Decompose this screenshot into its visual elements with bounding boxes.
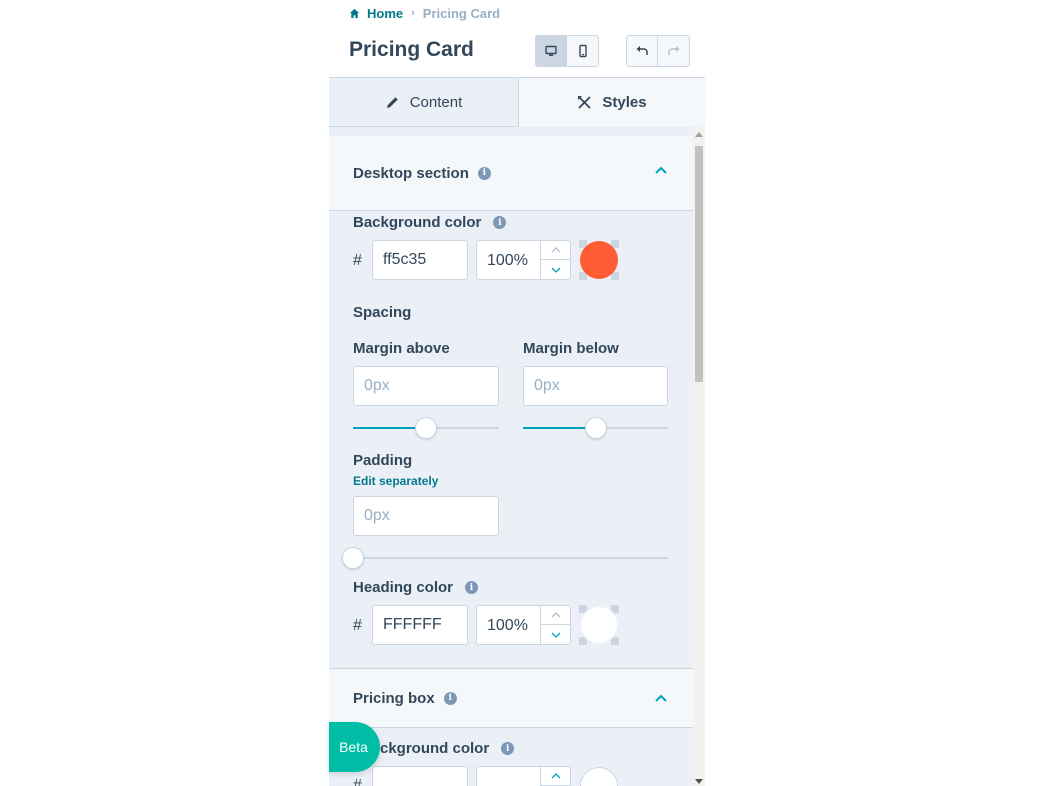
- stepper-arrows: [540, 241, 570, 279]
- pricing-box-color-hex-input[interactable]: [372, 766, 468, 786]
- desktop-icon: [545, 45, 557, 56]
- history-controls: [626, 35, 690, 67]
- scroll-up-arrow[interactable]: [695, 132, 703, 137]
- chevron-up-icon: [551, 773, 560, 779]
- panel-tabs: Content Styles: [329, 78, 705, 127]
- edit-separately-link[interactable]: Edit separately: [353, 474, 438, 488]
- margin-above-slider[interactable]: [353, 417, 499, 439]
- background-color-hex-input[interactable]: ff5c35: [372, 240, 468, 280]
- info-icon[interactable]: i: [443, 691, 457, 705]
- heading-color-hex-input[interactable]: FFFFFF: [372, 605, 468, 645]
- decrement-button[interactable]: [541, 260, 570, 279]
- hash-prefix: #: [353, 617, 362, 634]
- background-color-label-text: Background color: [353, 214, 482, 231]
- home-icon: [349, 8, 360, 18]
- beta-badge-button[interactable]: Beta: [329, 722, 380, 772]
- breadcrumb: Home › Pricing Card: [349, 5, 500, 21]
- background-color-label: Background color i: [353, 214, 507, 231]
- pricing-box-section-title: Pricing box: [353, 689, 435, 707]
- background-opacity-value: 100%: [487, 252, 528, 269]
- tab-content[interactable]: Content: [329, 78, 519, 127]
- breadcrumb-home-link[interactable]: Home: [349, 6, 403, 21]
- chevron-down-icon: [551, 267, 560, 273]
- decrement-button[interactable]: [541, 625, 570, 644]
- padding-slider[interactable]: [342, 547, 668, 569]
- increment-button[interactable]: [541, 241, 570, 260]
- pencil-icon: [386, 96, 398, 108]
- margin-below-slider[interactable]: [523, 417, 668, 439]
- chevron-up-icon: [655, 694, 667, 702]
- margin-below-input[interactable]: 0px: [523, 366, 668, 406]
- slider-track: [342, 557, 668, 559]
- heading-opacity-stepper[interactable]: 100%: [476, 605, 571, 645]
- desktop-section-header[interactable]: Desktop section i: [329, 136, 693, 211]
- background-opacity-stepper[interactable]: 100%: [476, 240, 571, 280]
- stepper-arrows: [540, 606, 570, 644]
- margin-above-label: Margin above: [353, 340, 450, 357]
- settings-scroll-area[interactable]: Desktop section i Background color i # f…: [329, 127, 705, 786]
- hash-prefix: #: [353, 777, 362, 786]
- mobile-icon: [578, 44, 587, 58]
- spacing-label: Spacing: [353, 304, 412, 321]
- heading-color-label-text: Heading color: [353, 579, 454, 596]
- background-color-dot: [580, 241, 618, 279]
- pricing-box-background-color-label-text: ckground color: [380, 740, 490, 757]
- info-icon[interactable]: i: [465, 581, 479, 594]
- chevron-up-icon: [551, 612, 560, 618]
- increment-button[interactable]: [541, 767, 570, 786]
- hash-prefix: #: [353, 252, 362, 269]
- redo-button[interactable]: [658, 36, 689, 66]
- padding-input[interactable]: 0px: [353, 496, 499, 536]
- heading-color-swatch[interactable]: [579, 605, 619, 645]
- margin-above-input[interactable]: 0px: [353, 366, 499, 406]
- heading-color-label: Heading color i: [353, 579, 479, 596]
- slider-handle[interactable]: [342, 547, 364, 569]
- info-icon[interactable]: i: [477, 166, 491, 180]
- chevron-up-icon: [655, 166, 667, 174]
- pricing-box-background-color-label: ckground color i: [380, 740, 515, 757]
- info-icon[interactable]: i: [493, 216, 507, 229]
- scroll-down-arrow[interactable]: [695, 779, 703, 784]
- slider-handle[interactable]: [415, 417, 437, 439]
- scrollbar[interactable]: [693, 127, 705, 786]
- undo-button[interactable]: [627, 36, 658, 66]
- margin-below-label: Margin below: [523, 340, 619, 357]
- background-color-swatch[interactable]: [579, 240, 619, 280]
- chevron-down-icon: [551, 632, 560, 638]
- info-icon[interactable]: i: [501, 742, 515, 755]
- padding-label: Padding: [353, 452, 413, 469]
- tab-styles[interactable]: Styles: [519, 78, 705, 127]
- desktop-section-title: Desktop section: [353, 164, 469, 182]
- tab-content-label: Content: [409, 93, 463, 111]
- mobile-view-button[interactable]: [567, 36, 598, 66]
- breadcrumb-separator: ›: [411, 7, 415, 19]
- styles-icon: [578, 96, 592, 109]
- style-panel: Content Styles Desktop section i Backgro…: [329, 77, 705, 786]
- stepper-arrows: [540, 767, 570, 786]
- increment-button[interactable]: [541, 606, 570, 625]
- pricing-box-color-dot: [580, 767, 618, 786]
- heading-opacity-value: 100%: [487, 617, 528, 634]
- slider-handle[interactable]: [584, 417, 607, 439]
- breadcrumb-current: Pricing Card: [422, 5, 501, 21]
- pricing-box-color-swatch[interactable]: [579, 766, 619, 786]
- pricing-box-opacity-stepper[interactable]: [476, 766, 571, 786]
- chevron-up-icon: [551, 247, 560, 253]
- redo-icon: [667, 46, 679, 55]
- desktop-view-button[interactable]: [536, 36, 567, 66]
- tab-styles-label: Styles: [602, 94, 647, 111]
- breadcrumb-home-label: Home: [367, 5, 404, 21]
- view-toggle: [535, 35, 599, 67]
- page-title: Pricing Card: [349, 38, 474, 61]
- scrollbar-thumb[interactable]: [695, 146, 703, 382]
- undo-icon: [636, 46, 648, 55]
- heading-color-dot: [580, 606, 618, 644]
- pricing-box-section-header[interactable]: Pricing box i: [329, 668, 693, 728]
